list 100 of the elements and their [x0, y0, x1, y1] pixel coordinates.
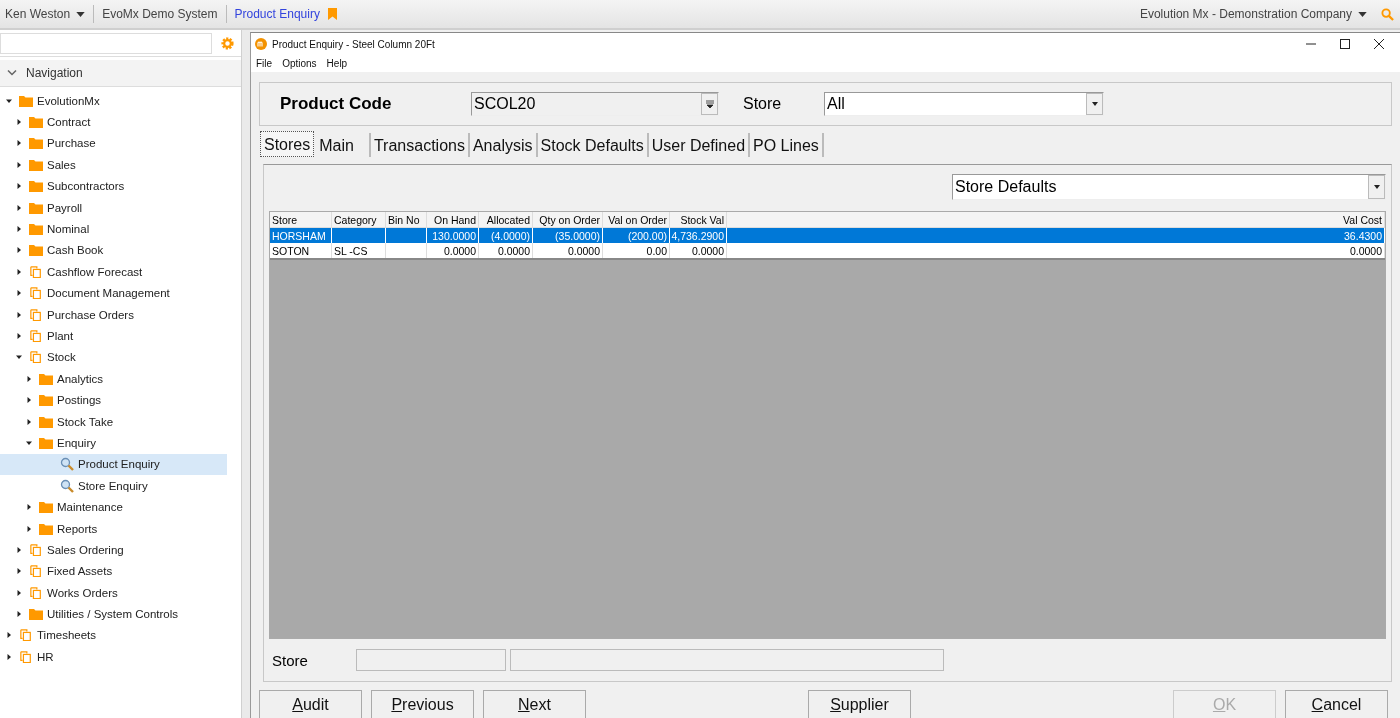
expander-icon[interactable]	[16, 589, 22, 596]
close-icon[interactable]	[1374, 39, 1384, 49]
maximize-icon[interactable]	[1340, 39, 1350, 49]
app-logo-icon	[255, 38, 267, 50]
tree-item[interactable]: Cash Book	[0, 239, 227, 262]
expander-icon[interactable]	[16, 140, 22, 147]
tree-item[interactable]: Store Enquiry	[0, 475, 227, 497]
expander-icon[interactable]	[26, 439, 32, 446]
expander-icon[interactable]	[16, 226, 22, 233]
view-dropdown[interactable]: Store Defaults	[952, 174, 1386, 200]
navigation-header: Navigation	[26, 66, 83, 80]
tree-item[interactable]: Timesheets	[0, 624, 227, 647]
expander-icon[interactable]	[26, 375, 32, 382]
expander-icon[interactable]	[26, 504, 32, 511]
table-row[interactable]: HORSHAM 130.0000 (4.0000) (35.0000) (200.00) 4,736.2900 36.4300	[270, 228, 1385, 243]
expander-icon[interactable]	[16, 611, 22, 618]
tree-item[interactable]: Analytics	[0, 368, 227, 390]
menu-item[interactable]: File	[256, 58, 273, 69]
tree-item[interactable]: EvolutionMx	[0, 90, 227, 112]
table-cell: (35.0000)	[555, 229, 600, 242]
tree-item[interactable]: Works Orders	[0, 582, 227, 604]
expander-icon[interactable]	[16, 204, 22, 211]
tree-item[interactable]: Nominal	[0, 218, 227, 240]
column-header[interactable]: Val on Order	[603, 212, 670, 227]
expander-icon[interactable]	[16, 183, 22, 190]
chevron-icon[interactable]	[7, 70, 17, 76]
column-header[interactable]: Bin No	[386, 212, 427, 227]
tab[interactable]: Stores	[260, 131, 315, 157]
tab[interactable]: Stock Defaults	[537, 133, 649, 157]
expander-icon[interactable]	[26, 525, 32, 532]
table-row[interactable]: SOTON SL -CS 0.0000 0.0000 0.0000 0.00 0.0000 0.0000	[270, 243, 1385, 258]
tree-item[interactable]: Contract	[0, 111, 227, 133]
tree-item[interactable]: Cashflow Forecast	[0, 261, 227, 283]
user-menu[interactable]: Ken Weston	[5, 7, 71, 21]
tree-item[interactable]: Maintenance	[0, 496, 227, 518]
expander-icon[interactable]	[26, 418, 32, 425]
column-header[interactable]: Category	[332, 212, 386, 227]
dropdown-arrow-icon[interactable]	[1372, 183, 1381, 191]
system-name[interactable]: EvoMx Demo System	[102, 7, 218, 21]
tree-item[interactable]: Payroll	[0, 196, 227, 219]
tab[interactable]: Main	[316, 133, 371, 157]
tree-item[interactable]: Plant	[0, 325, 227, 347]
expander-icon[interactable]	[16, 161, 22, 168]
menu-item[interactable]: Help	[326, 58, 348, 69]
expander-icon[interactable]	[16, 290, 22, 297]
tree-item[interactable]: Utilities / System Controls	[0, 603, 227, 625]
tree-item[interactable]: Stock Take	[0, 410, 227, 433]
tree-item[interactable]: Stock	[0, 346, 227, 369]
store-dropdown[interactable]: All	[824, 92, 1104, 116]
expander-icon[interactable]	[16, 568, 22, 575]
tab[interactable]: User Defined	[648, 133, 751, 157]
column-header[interactable]: Qty on Order	[533, 212, 603, 227]
expander-icon[interactable]	[16, 546, 22, 553]
search-field[interactable]	[0, 32, 212, 54]
expander-icon[interactable]	[16, 354, 22, 361]
expander-icon[interactable]	[16, 311, 22, 318]
tab[interactable]: Analysis	[469, 133, 538, 157]
column-header[interactable]: On Hand	[427, 212, 479, 227]
tree-item[interactable]: Postings	[0, 389, 227, 411]
tree-item[interactable]: Reports	[0, 517, 227, 540]
action-button[interactable]: Cancel	[1285, 690, 1388, 718]
product-code-field[interactable]: SCOL20	[471, 92, 719, 116]
tree-item[interactable]: Subcontractors	[0, 175, 227, 197]
expander-icon[interactable]	[6, 97, 12, 104]
expander-icon[interactable]	[26, 397, 32, 404]
column-header[interactable]: Stock Val	[670, 212, 727, 227]
tree-item[interactable]: HR	[0, 646, 227, 668]
tree-item[interactable]: Document Management	[0, 282, 227, 304]
dropdown-arrow-icon[interactable]	[705, 100, 714, 108]
dropdown-arrow-icon[interactable]	[1090, 100, 1099, 108]
splitter-handle[interactable]	[242, 30, 250, 718]
action-button[interactable]: Audit	[259, 690, 362, 718]
breadcrumb-link[interactable]: Product Enquiry	[234, 7, 320, 21]
column-header[interactable]: Val Cost	[727, 212, 1385, 227]
action-button[interactable]: Previous	[371, 690, 474, 718]
action-button[interactable]: Next	[483, 690, 586, 718]
tree-item[interactable]: Sales Ordering	[0, 539, 227, 561]
store-code-field[interactable]	[356, 649, 506, 671]
tree-item[interactable]: Sales	[0, 154, 227, 176]
expander-icon[interactable]	[6, 653, 12, 660]
expander-icon[interactable]	[6, 632, 12, 639]
expander-icon[interactable]	[16, 268, 22, 275]
tree-item[interactable]: Enquiry	[0, 432, 227, 454]
expander-icon[interactable]	[16, 119, 22, 126]
tree-item[interactable]: Fixed Assets	[0, 560, 227, 582]
tree-item[interactable]: Product Enquiry	[0, 453, 227, 476]
action-button[interactable]: Supplier	[808, 690, 911, 718]
table-cell: 0.0000	[567, 244, 600, 257]
menu-item[interactable]: Options	[282, 58, 317, 69]
pages-icon	[19, 629, 33, 642]
company-menu[interactable]: Evolution Mx - Demonstration Company	[1139, 7, 1352, 21]
store-name-field[interactable]	[510, 649, 944, 671]
column-header[interactable]: Allocated	[479, 212, 533, 227]
column-header[interactable]: Store	[270, 212, 332, 227]
expander-icon[interactable]	[16, 247, 22, 254]
expander-icon[interactable]	[16, 333, 22, 339]
tab[interactable]: Transactions	[370, 133, 470, 157]
tree-item[interactable]: Purchase Orders	[0, 303, 227, 326]
tree-item[interactable]: Purchase	[0, 132, 227, 155]
tab[interactable]: PO Lines	[750, 133, 824, 157]
